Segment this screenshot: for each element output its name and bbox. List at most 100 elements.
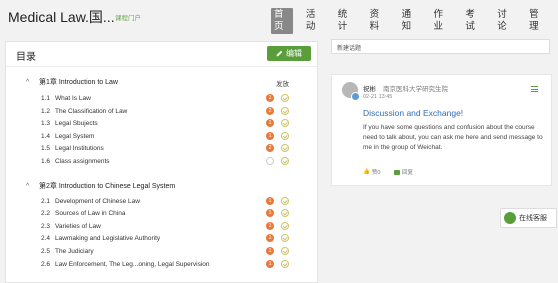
lesson-row[interactable]: 2.6 Law Enforcement, The Leg...oning, Le… [41, 260, 301, 273]
lesson-row[interactable]: 2.3 Varieties of Law 1 [41, 222, 301, 235]
lesson-name[interactable]: The Judiciary [55, 248, 94, 255]
lesson-number: 2.2 [41, 210, 51, 217]
chapter-2[interactable]: ^ 第2章 Introduction to Chinese Legal Syst… [26, 181, 175, 191]
lesson-name[interactable]: Law Enforcement, The Leg...oning, Legal … [55, 261, 210, 268]
lesson-row[interactable]: 1.4 Legal System 1 [41, 132, 301, 145]
lesson-number: 1.5 [41, 145, 51, 152]
pencil-icon [276, 50, 283, 57]
nav-statistics[interactable]: 统计 [335, 8, 357, 34]
lesson-row[interactable]: 1.2 The Classification of Law 2 [41, 107, 301, 120]
lesson-name[interactable]: Varieties of Law [55, 223, 101, 230]
lesson-row[interactable]: 2.5 The Judiciary 1 [41, 247, 301, 260]
lesson-number: 1.6 [41, 158, 51, 165]
lesson-number: 2.5 [41, 248, 51, 255]
lesson-number: 2.6 [41, 261, 51, 268]
task-count-badge: 2 [266, 144, 274, 152]
post-body: If you have some questions and confusion… [363, 124, 543, 151]
catalog-title: 目录 [16, 52, 36, 63]
lesson-name[interactable]: Lawmaking and Legislative Authority [55, 235, 160, 242]
publish-status-icon[interactable] [281, 234, 289, 242]
top-bar: Medical Law.国... 课程门户 首页 活动 统计 资料 通知 作业 … [0, 0, 558, 34]
nav-materials[interactable]: 资料 [367, 8, 389, 34]
discussion-card: 祝彬 南京医科大学研究生院 02-21 13:45 Discussion and… [331, 74, 552, 186]
lesson-row[interactable]: 2.2 Sources of Law in China 1 [41, 209, 301, 222]
nav-manage[interactable]: 管理 [526, 8, 548, 34]
teacher-badge-icon [351, 92, 360, 101]
task-count-badge: 1 [266, 132, 274, 140]
lesson-row[interactable]: 2.1 Development of Chinese Law 1 [41, 197, 301, 210]
publish-column-header: 发放 [276, 81, 289, 88]
publish-status-icon[interactable] [281, 94, 289, 102]
nav-notices[interactable]: 通知 [399, 8, 421, 34]
lesson-number: 2.3 [41, 223, 51, 230]
nav-activity[interactable]: 活动 [303, 8, 325, 34]
online-service-label: 在线客服 [519, 215, 547, 222]
publish-status-icon[interactable] [281, 119, 289, 127]
thumbs-up-icon: 👍 [363, 169, 370, 175]
reply-button[interactable]: 回复 [394, 168, 413, 176]
catalog-panel: 目录 编辑 ^ 第1章 Introduction to Law 发放 1.1 W… [5, 41, 318, 283]
chapter-1[interactable]: ^ 第1章 Introduction to Law [26, 77, 118, 87]
nav-discussion[interactable]: 讨论 [494, 8, 516, 34]
task-count-badge: 1 [266, 94, 274, 102]
lesson-row[interactable]: 1.3 Legal Sbujects 1 [41, 119, 301, 132]
lesson-name[interactable]: Class assignments [55, 158, 110, 165]
course-title[interactable]: Medical Law.国... [8, 7, 115, 27]
task-count-badge: 2 [266, 107, 274, 115]
task-count-badge: 1 [266, 260, 274, 268]
online-service-button[interactable]: 在线客服 [500, 208, 557, 228]
author-school: 南京医科大学研究生院 [383, 86, 448, 93]
like-count: 赞0 [371, 170, 381, 176]
publish-status-icon[interactable] [281, 247, 289, 255]
headset-icon [504, 212, 516, 224]
lesson-name[interactable]: Sources of Law in China [55, 210, 125, 217]
like-button[interactable]: 👍 赞0 [363, 168, 380, 176]
chevron-up-icon[interactable]: ^ [26, 79, 33, 86]
chapter-label: 第1章 Introduction to Law [39, 79, 118, 86]
task-count-badge: 1 [266, 222, 274, 230]
publish-status-icon[interactable] [281, 132, 289, 140]
lesson-row[interactable]: 1.6 Class assignments [41, 157, 301, 170]
lesson-number: 2.4 [41, 235, 51, 242]
catalog-header: 目录 编辑 [6, 42, 317, 67]
publish-status-icon[interactable] [281, 107, 289, 115]
lesson-number: 1.2 [41, 108, 51, 115]
post-title[interactable]: Discussion and Exchange! [363, 108, 463, 118]
post-time: 02-21 13:45 [363, 94, 393, 100]
lesson-row[interactable]: 2.4 Lawmaking and Legislative Authority … [41, 234, 301, 247]
chevron-up-icon[interactable]: ^ [26, 183, 33, 190]
menu-icon[interactable] [531, 86, 538, 94]
lesson-name[interactable]: Legal System [55, 133, 94, 140]
task-count-badge: 1 [266, 119, 274, 127]
lesson-number: 1.3 [41, 120, 51, 127]
nav-exams[interactable]: 考试 [462, 8, 484, 34]
lesson-name[interactable]: The Classification of Law [55, 108, 127, 115]
edit-button[interactable]: 编辑 [267, 46, 311, 61]
publish-status-icon[interactable] [281, 197, 289, 205]
task-count-badge: 1 [266, 197, 274, 205]
lesson-name[interactable]: Development of Chinese Law [55, 198, 140, 205]
lesson-row[interactable]: 1.1 What Is Law 1 [41, 94, 301, 107]
reply-icon [394, 169, 400, 175]
lesson-name[interactable]: Legal Institutions [55, 145, 104, 152]
publish-status-icon[interactable] [281, 209, 289, 217]
reply-label: 回复 [402, 170, 414, 176]
publish-status-icon[interactable] [281, 157, 289, 165]
new-topic-input[interactable]: 新建话题 [331, 39, 550, 54]
nav-home[interactable]: 首页 [271, 8, 293, 34]
lesson-row[interactable]: 1.5 Legal Institutions 2 [41, 144, 301, 157]
lesson-number: 1.4 [41, 133, 51, 140]
author-name[interactable]: 祝彬 [363, 83, 376, 93]
lesson-name[interactable]: Legal Sbujects [55, 120, 98, 127]
nav-homework[interactable]: 作业 [430, 8, 452, 34]
task-count-badge-empty [266, 157, 274, 165]
chapter-label: 第2章 Introduction to Chinese Legal System [39, 183, 176, 190]
publish-status-icon[interactable] [281, 260, 289, 268]
publish-status-icon[interactable] [281, 144, 289, 152]
main-nav: 首页 活动 统计 资料 通知 作业 考试 讨论 管理 [271, 8, 558, 34]
task-count-badge: 1 [266, 247, 274, 255]
course-portal-link[interactable]: 课程门户 [115, 12, 141, 22]
publish-status-icon[interactable] [281, 222, 289, 230]
lesson-name[interactable]: What Is Law [55, 95, 91, 102]
edit-button-label: 编辑 [286, 49, 302, 58]
